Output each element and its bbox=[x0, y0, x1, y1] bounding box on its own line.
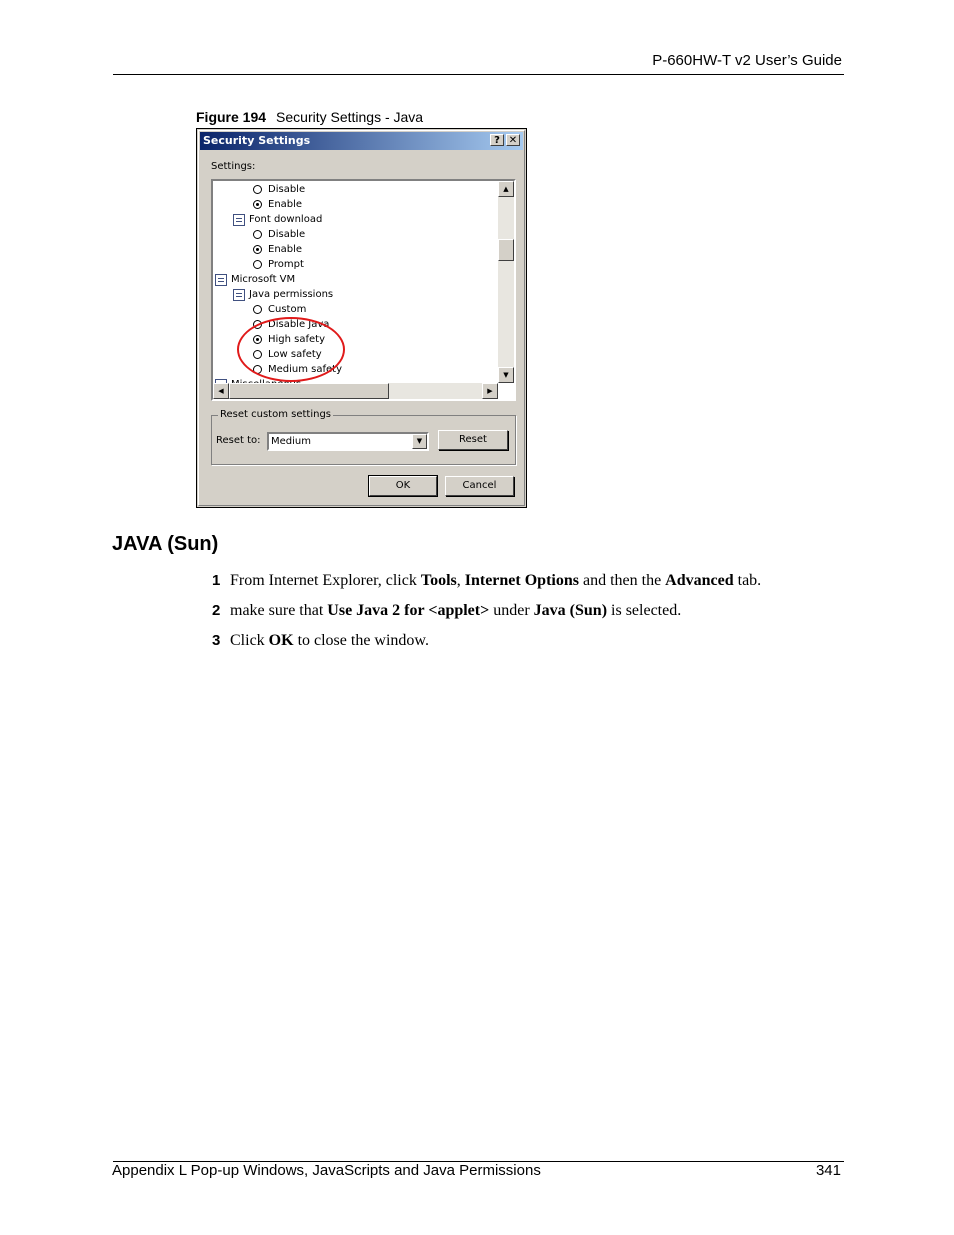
radio-unchecked-icon bbox=[253, 230, 262, 239]
figure-caption: Figure 194 Security Settings - Java bbox=[196, 109, 423, 125]
tree-folder[interactable]: Font download bbox=[233, 212, 322, 227]
figure-title: Security Settings - Java bbox=[276, 109, 424, 125]
close-button[interactable]: ✕ bbox=[506, 134, 520, 146]
step-emphasis: Internet Options bbox=[464, 572, 579, 589]
radio-option[interactable]: Disable Java bbox=[253, 317, 329, 332]
tree-item-label: Prompt bbox=[268, 259, 304, 270]
help-button[interactable]: ? bbox=[490, 134, 504, 146]
ok-button[interactable]: OK bbox=[368, 475, 438, 497]
scroll-up-arrow-icon[interactable]: ▲ bbox=[498, 181, 514, 197]
tree-item-label: High safety bbox=[268, 334, 326, 345]
reset-button[interactable]: Reset bbox=[438, 430, 508, 450]
step-emphasis: OK bbox=[268, 632, 294, 649]
security-settings-dialog: Security Settings ? ✕ Settings: Disable E… bbox=[196, 128, 527, 508]
footer-chapter: Appendix L Pop-up Windows, JavaScripts a… bbox=[112, 1162, 541, 1179]
scroll-right-arrow-icon[interactable]: ▶ bbox=[482, 383, 498, 399]
radio-option[interactable]: Disable bbox=[253, 227, 305, 242]
reset-to-value: Medium bbox=[271, 436, 311, 447]
settings-page-icon bbox=[215, 273, 227, 286]
reset-group-label: Reset custom settings bbox=[218, 409, 333, 420]
radio-unchecked-icon bbox=[253, 185, 262, 194]
step-emphasis: Use Java 2 for <applet> bbox=[327, 602, 490, 619]
tree-item-label: Medium safety bbox=[268, 364, 343, 375]
dialog-title: Security Settings bbox=[203, 134, 311, 147]
hscroll-thumb[interactable] bbox=[229, 383, 389, 399]
step-emphasis: Java (Sun) bbox=[533, 602, 608, 619]
radio-option[interactable]: Custom bbox=[253, 302, 306, 317]
tree-folder[interactable]: Microsoft VM bbox=[215, 272, 295, 287]
step-text: tab. bbox=[733, 572, 762, 589]
tree-folder[interactable]: Java permissions bbox=[233, 287, 333, 302]
tree-item-label: Disable bbox=[268, 229, 306, 240]
step-emphasis: Tools bbox=[420, 572, 457, 589]
step-emphasis: Advanced bbox=[665, 572, 734, 589]
radio-option[interactable]: Disable bbox=[253, 182, 305, 197]
radio-unchecked-icon bbox=[253, 365, 262, 374]
radio-unchecked-icon bbox=[253, 305, 262, 314]
step-text: is selected. bbox=[607, 602, 682, 619]
step-item: 2 make sure that Use Java 2 for <applet> … bbox=[212, 602, 681, 620]
step-number: 2 bbox=[212, 602, 221, 619]
step-item: 3 Click OK to close the window. bbox=[212, 632, 429, 650]
reset-custom-settings-group: Reset custom settings Reset to: Medium ▼… bbox=[211, 409, 516, 465]
tree-item-label: Java permissions bbox=[249, 289, 334, 300]
tree-item-label: Font download bbox=[249, 214, 323, 225]
step-item: 1 From Internet Explorer, click Tools, In… bbox=[212, 572, 761, 590]
step-text: Click bbox=[230, 632, 269, 649]
radio-option[interactable]: Enable bbox=[253, 197, 302, 212]
section-heading: JAVA (Sun) bbox=[112, 533, 219, 555]
settings-page-icon bbox=[233, 213, 245, 226]
tree-item-label: Microsoft VM bbox=[231, 274, 296, 285]
radio-unchecked-icon bbox=[253, 260, 262, 269]
tree-item-label: Disable Java bbox=[268, 319, 330, 330]
step-text: to close the window. bbox=[293, 632, 429, 649]
radio-option[interactable]: High safety bbox=[253, 332, 325, 347]
chevron-down-icon[interactable]: ▼ bbox=[412, 434, 427, 449]
radio-option[interactable]: Medium safety bbox=[253, 362, 342, 377]
reset-to-select[interactable]: Medium ▼ bbox=[267, 432, 429, 451]
step-number: 3 bbox=[212, 632, 221, 649]
radio-checked-icon bbox=[253, 245, 262, 254]
tree-item-label: Enable bbox=[268, 244, 303, 255]
tree-item-label: Disable bbox=[268, 184, 306, 195]
figure-number: Figure 194 bbox=[196, 109, 267, 125]
radio-option[interactable]: Enable bbox=[253, 242, 302, 257]
dialog-titlebar: Security Settings ? ✕ bbox=[200, 132, 523, 150]
settings-label: Settings: bbox=[211, 161, 256, 172]
radio-unchecked-icon bbox=[253, 350, 262, 359]
settings-tree[interactable]: Disable Enable Font download Disable Enable P… bbox=[211, 179, 516, 401]
reset-to-label: Reset to: bbox=[216, 435, 261, 446]
step-number: 1 bbox=[212, 572, 221, 589]
page-number: 341 bbox=[815, 1162, 841, 1179]
step-text: and then the bbox=[578, 572, 666, 589]
radio-checked-icon bbox=[253, 200, 262, 209]
tree-item-label: Enable bbox=[268, 199, 303, 210]
tree-item-label: Low safety bbox=[268, 349, 322, 360]
radio-checked-icon bbox=[253, 335, 262, 344]
horizontal-scrollbar[interactable]: ◀ ▶ bbox=[213, 383, 498, 399]
vertical-scrollbar[interactable]: ▲ ▼ bbox=[498, 181, 514, 383]
scroll-left-arrow-icon[interactable]: ◀ bbox=[213, 383, 229, 399]
radio-option[interactable]: Low safety bbox=[253, 347, 322, 362]
step-text: make sure that bbox=[230, 602, 328, 619]
page-header-title: P-660HW-T v2 User’s Guide bbox=[652, 52, 842, 69]
cancel-button[interactable]: Cancel bbox=[445, 476, 514, 496]
step-text: , bbox=[456, 572, 465, 589]
step-text: From Internet Explorer, click bbox=[230, 572, 421, 589]
header-rule bbox=[113, 74, 844, 75]
scroll-thumb[interactable] bbox=[498, 239, 514, 261]
radio-option[interactable]: Prompt bbox=[253, 257, 304, 272]
settings-page-icon bbox=[233, 288, 245, 301]
radio-unchecked-icon bbox=[253, 320, 262, 329]
scroll-down-arrow-icon[interactable]: ▼ bbox=[498, 367, 514, 383]
step-text: under bbox=[489, 602, 534, 619]
tree-item-label: Custom bbox=[268, 304, 307, 315]
